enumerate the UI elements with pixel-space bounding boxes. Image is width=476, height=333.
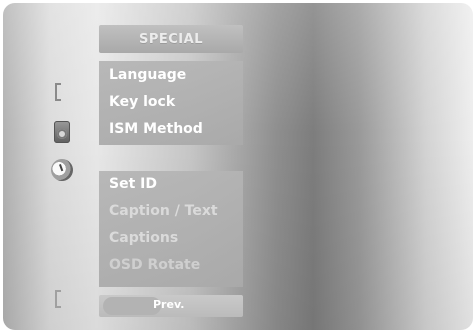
prev-label: Prev. (153, 298, 185, 311)
osd-menu-screen: SPECIAL Language Key lock ISM Method Set… (3, 3, 473, 330)
menu-item-language[interactable]: Language (109, 67, 186, 83)
bracket-icon[interactable] (55, 83, 61, 101)
speaker-icon[interactable] (54, 121, 70, 143)
menu-item-osd-rotate[interactable]: OSD Rotate (109, 257, 200, 273)
menu-item-captions[interactable]: Captions (109, 230, 178, 246)
bracket-icon-bottom[interactable] (55, 290, 61, 308)
menu-item-caption-text[interactable]: Caption / Text (109, 203, 218, 219)
menu-item-ism-method[interactable]: ISM Method (109, 121, 203, 137)
menu-panel-top: Language Key lock ISM Method (99, 61, 243, 145)
menu-panel-bottom: Set ID Caption / Text Captions OSD Rotat… (99, 171, 243, 287)
prev-bar: Prev. (99, 295, 243, 317)
menu-title: SPECIAL (139, 31, 203, 47)
menu-title-bar: SPECIAL (99, 25, 243, 53)
menu-item-key-lock[interactable]: Key lock (109, 94, 175, 110)
clock-icon[interactable] (47, 155, 77, 185)
menu-item-set-id[interactable]: Set ID (109, 176, 157, 192)
